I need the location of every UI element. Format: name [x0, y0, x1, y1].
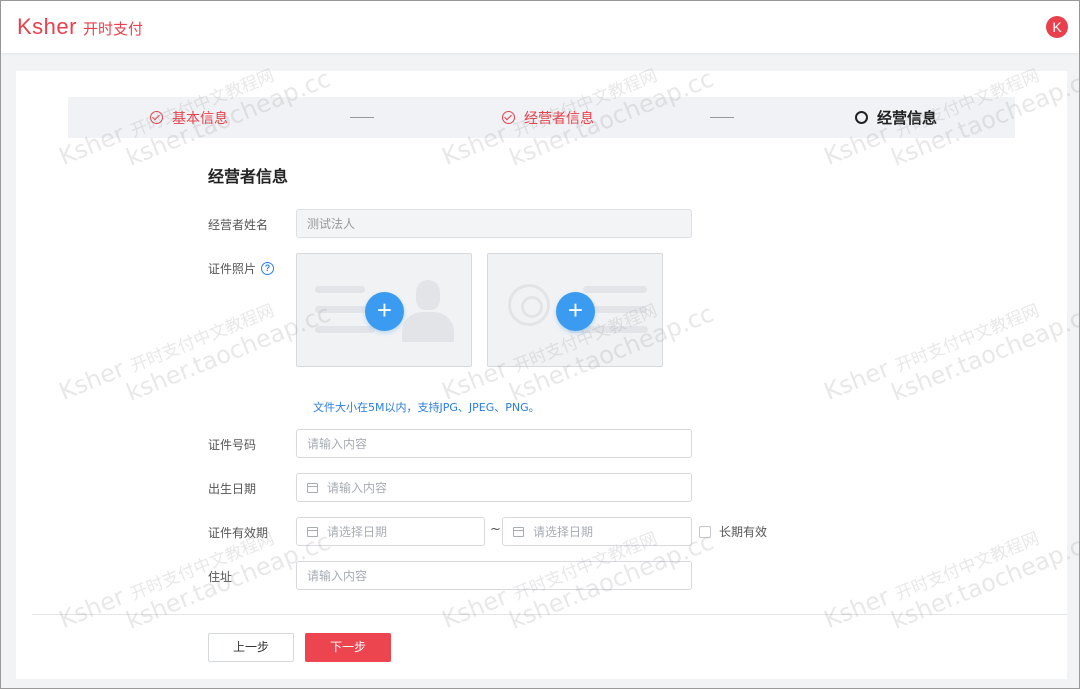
validity-start-input[interactable] — [327, 524, 484, 539]
national-emblem-icon — [508, 284, 550, 326]
birth-date-label: 出生日期 — [208, 482, 257, 496]
step-separator — [710, 117, 734, 118]
photo-label-text: 证件照片 — [208, 262, 257, 276]
person-silhouette-icon — [416, 280, 440, 310]
id-number-input[interactable] — [296, 429, 692, 458]
birth-date-field[interactable] — [296, 473, 692, 502]
logo-word: Ksher — [17, 14, 77, 39]
placeholder-bar — [583, 286, 647, 293]
section-title: 经营者信息 — [208, 167, 289, 186]
validity-end-input[interactable] — [533, 524, 691, 539]
photo-label: 证件照片 ? — [208, 260, 275, 277]
step-label: 经营信息 — [877, 109, 938, 127]
calendar-icon — [513, 526, 524, 537]
question-circle-icon[interactable]: ? — [261, 262, 275, 275]
date-range-separator: ~ — [490, 522, 501, 537]
address-label: 住址 — [208, 570, 233, 584]
check-circle-icon — [502, 111, 515, 124]
operator-name-input — [296, 209, 692, 238]
avatar[interactable]: K — [1046, 16, 1068, 38]
person-silhouette-icon — [402, 312, 454, 342]
long-term-label: 长期有效 — [719, 525, 768, 539]
id-number-label: 证件号码 — [208, 438, 257, 452]
plus-icon[interactable]: + — [556, 292, 595, 331]
check-circle-icon — [150, 111, 163, 124]
stepper: 基本信息 经营者信息 经营信息 — [68, 97, 1015, 138]
calendar-icon — [307, 482, 318, 493]
birth-date-input[interactable] — [327, 480, 691, 495]
step-label: 基本信息 — [172, 110, 228, 127]
brand-logo[interactable]: Ksher 开时支付 — [17, 14, 143, 40]
validity-end-field[interactable] — [502, 517, 692, 546]
plus-icon[interactable]: + — [365, 292, 404, 331]
top-bar: Ksher 开时支付 K — [1, 1, 1079, 53]
id-back-upload[interactable]: + — [487, 253, 663, 367]
footer-divider — [32, 614, 1067, 615]
step-separator — [350, 117, 374, 118]
validity-label: 证件有效期 — [208, 526, 269, 540]
upload-hint: 文件大小在5M以内，支持JPG、JPEG、PNG。 — [313, 401, 540, 414]
address-input[interactable] — [296, 561, 692, 590]
step-basic-info[interactable]: 基本信息 — [150, 97, 228, 138]
step-business-info[interactable]: 经营信息 — [855, 97, 937, 138]
step-operator-info[interactable]: 经营者信息 — [502, 97, 594, 138]
name-label: 经营者姓名 — [208, 218, 269, 232]
placeholder-bar — [315, 286, 365, 293]
calendar-icon — [307, 526, 318, 537]
logo-cn: 开时支付 — [82, 20, 143, 38]
circle-icon — [855, 111, 868, 124]
id-front-upload[interactable]: + — [296, 253, 472, 367]
next-step-button[interactable]: 下一步 — [305, 633, 391, 662]
long-term-checkbox[interactable] — [699, 525, 711, 538]
validity-start-field[interactable] — [296, 517, 485, 546]
step-label: 经营者信息 — [524, 110, 594, 127]
prev-step-button[interactable]: 上一步 — [208, 633, 294, 662]
placeholder-bar — [315, 326, 375, 333]
long-term-option[interactable]: 长期有效 — [699, 523, 767, 540]
